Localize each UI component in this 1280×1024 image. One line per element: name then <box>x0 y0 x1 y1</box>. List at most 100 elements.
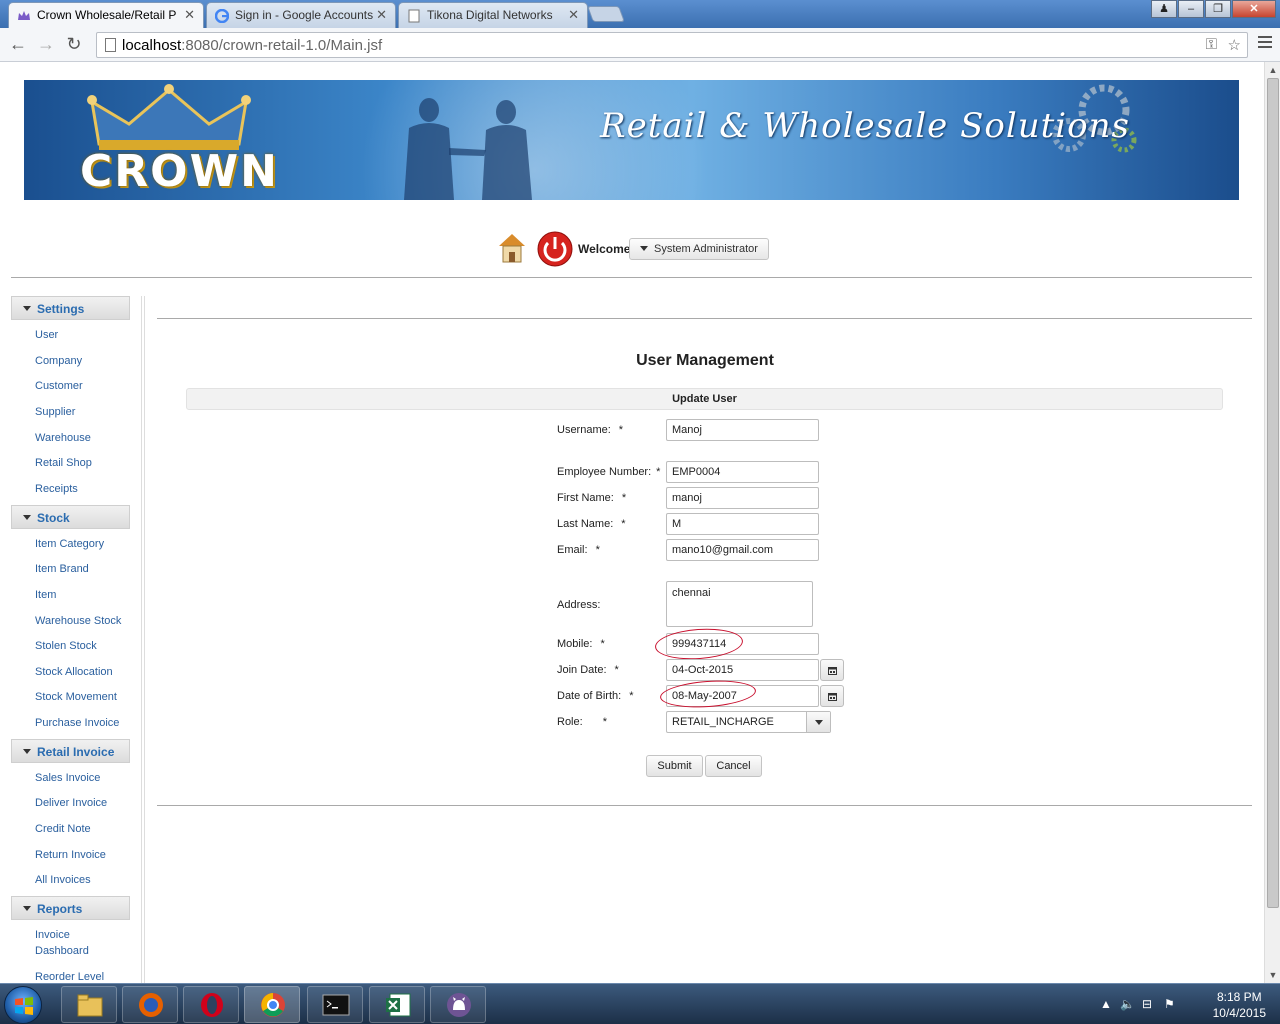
tab-google-signin[interactable]: Sign in - Google Accounts ✕ <box>206 2 396 28</box>
sidebar-item-item-category[interactable]: Item Category <box>35 536 130 552</box>
sidebar-item-item-brand[interactable]: Item Brand <box>35 561 130 577</box>
user-profile-icon[interactable]: ♟ <box>1151 0 1177 18</box>
system-clock[interactable]: 8:18 PM 10/4/2015 <box>1213 989 1266 1021</box>
calendar-icon <box>828 693 837 701</box>
taskbar-firefox[interactable] <box>122 986 178 1023</box>
submit-button[interactable]: Submit <box>646 755 703 777</box>
sidebar-divider <box>141 296 145 983</box>
join-date-calendar-button[interactable] <box>820 659 844 681</box>
sidebar-item-stock-movement[interactable]: Stock Movement <box>35 689 130 705</box>
sidebar-item-stock-allocation[interactable]: Stock Allocation <box>35 664 130 680</box>
section-title: Reports <box>37 902 83 916</box>
sidebar-item-reorder-level[interactable]: Reorder Level <box>35 969 130 983</box>
sidebar-item-user[interactable]: User <box>35 327 130 343</box>
bookmark-star-icon[interactable]: ☆ <box>1228 36 1241 54</box>
sidebar-item-credit-note[interactable]: Credit Note <box>35 821 130 837</box>
sidebar-item-warehouse[interactable]: Warehouse <box>35 430 130 446</box>
last-name-field[interactable]: M <box>666 513 819 535</box>
scrollbar-thumb[interactable] <box>1267 78 1279 908</box>
sidebar-item-all-invoices[interactable]: All Invoices <box>35 872 130 888</box>
close-icon[interactable]: ✕ <box>1232 0 1276 18</box>
sidebar-item-sales-invoice[interactable]: Sales Invoice <box>35 770 130 786</box>
sidebar-item-customer[interactable]: Customer <box>35 378 130 394</box>
tab-close-icon[interactable]: ✕ <box>184 7 195 23</box>
role-label: Role: * <box>557 716 607 728</box>
taskbar-github[interactable] <box>430 986 486 1023</box>
tab-tikona[interactable]: Tikona Digital Networks ✕ <box>398 2 588 28</box>
sidebar-section-reports[interactable]: Reports <box>11 896 130 920</box>
form-bottom-divider <box>157 805 1252 806</box>
join-date-field[interactable]: 04-Oct-2015 <box>666 659 819 681</box>
email-field[interactable]: mano10@gmail.com <box>666 539 819 561</box>
welcome-label: Welcome <box>578 242 631 256</box>
restore-icon[interactable]: ❐ <box>1205 0 1231 18</box>
key-icon[interactable]: ⚿ <box>1206 36 1217 53</box>
forward-icon[interactable]: → <box>34 33 58 57</box>
taskbar-file-explorer[interactable] <box>61 986 117 1023</box>
action-center-flag-icon[interactable]: ⚑ <box>1164 997 1175 1011</box>
date-of-birth-label: Date of Birth: * <box>557 690 634 702</box>
collapse-triangle-icon <box>23 749 31 754</box>
scroll-up-icon[interactable]: ▲ <box>1265 62 1280 78</box>
scroll-down-icon[interactable]: ▼ <box>1265 967 1280 983</box>
windows-taskbar: ▲ 🔈 ⊟ ⚑ 8:18 PM 10/4/2015 <box>0 983 1280 1024</box>
taskbar-excel[interactable] <box>369 986 425 1023</box>
home-icon[interactable] <box>496 230 528 264</box>
sidebar-section-settings[interactable]: Settings <box>11 296 130 320</box>
sidebar-item-warehouse-stock[interactable]: Warehouse Stock <box>35 613 130 629</box>
sidebar-item-stolen-stock[interactable]: Stolen Stock <box>35 638 130 654</box>
employee-number-field[interactable]: EMP0004 <box>666 461 819 483</box>
firefox-icon <box>139 993 163 1017</box>
crown-logo-icon <box>87 84 251 150</box>
collapse-triangle-icon <box>23 515 31 520</box>
username-field[interactable]: Manoj <box>666 419 819 441</box>
sidebar-item-receipts[interactable]: Receipts <box>35 481 130 497</box>
address-bar[interactable]: localhost:8080/crown-retail-1.0/Main.jsf… <box>96 32 1248 58</box>
taskbar-opera[interactable] <box>183 986 239 1023</box>
start-button[interactable] <box>4 986 42 1024</box>
address-textarea[interactable]: chennai <box>666 581 813 627</box>
browser-tabstrip: Crown Wholesale/Retail P ✕ Sign in - Goo… <box>0 0 1280 28</box>
volume-icon[interactable]: 🔈 <box>1120 997 1135 1011</box>
sidebar-item-return-invoice[interactable]: Return Invoice <box>35 847 130 863</box>
back-icon[interactable]: ← <box>6 33 30 57</box>
sidebar-item-company[interactable]: Company <box>35 353 130 369</box>
last-name-label: Last Name: * <box>557 518 626 530</box>
email-label: Email: * <box>557 544 600 556</box>
sidebar-item-purchase-invoice[interactable]: Purchase Invoice <box>35 715 130 731</box>
calendar-icon <box>828 667 837 675</box>
user-menu-button[interactable]: System Administrator <box>629 238 769 260</box>
show-hidden-icons-icon[interactable]: ▲ <box>1100 997 1112 1011</box>
page-icon <box>105 38 116 52</box>
banner-tagline: Retail & Wholesale Solutions <box>600 106 1130 146</box>
new-tab-button[interactable] <box>587 6 625 22</box>
taskbar-chrome[interactable] <box>244 986 300 1023</box>
sidebar-item-item[interactable]: Item <box>35 587 130 603</box>
sidebar-item-retail-shop[interactable]: Retail Shop <box>35 455 130 471</box>
role-select[interactable]: RETAIL_INCHARGE <box>666 711 831 733</box>
page-scrollbar[interactable]: ▲ ▼ <box>1264 62 1280 983</box>
tab-crown-retail[interactable]: Crown Wholesale/Retail P ✕ <box>8 2 204 28</box>
sidebar-section-retail-invoice[interactable]: Retail Invoice <box>11 739 130 763</box>
chrome-menu-icon[interactable] <box>1258 36 1272 51</box>
first-name-field[interactable]: manoj <box>666 487 819 509</box>
date-of-birth-calendar-button[interactable] <box>820 685 844 707</box>
taskbar-command-prompt[interactable] <box>307 986 363 1023</box>
header-divider <box>11 277 1252 278</box>
cancel-button[interactable]: Cancel <box>705 755 762 777</box>
role-dropdown-button[interactable] <box>806 712 830 732</box>
sidebar-item-invoice-dashboard[interactable]: Invoice Dashboard <box>35 927 95 959</box>
role-selected-value: RETAIL_INCHARGE <box>672 716 774 728</box>
crown-logo-text: CROWN <box>80 146 279 197</box>
sidebar: Settings User Company Customer Supplier … <box>11 296 130 983</box>
sidebar-item-supplier[interactable]: Supplier <box>35 404 130 420</box>
tab-close-icon[interactable]: ✕ <box>376 7 387 23</box>
logout-power-icon[interactable] <box>537 231 573 267</box>
sidebar-item-deliver-invoice[interactable]: Deliver Invoice <box>35 795 130 811</box>
network-icon[interactable]: ⊟ <box>1142 997 1152 1011</box>
sidebar-section-stock[interactable]: Stock <box>11 505 130 529</box>
tab-close-icon[interactable]: ✕ <box>568 7 579 23</box>
reload-icon[interactable]: ↻ <box>62 33 86 57</box>
minimize-icon[interactable]: – <box>1178 0 1204 18</box>
caret-down-icon <box>640 246 648 251</box>
